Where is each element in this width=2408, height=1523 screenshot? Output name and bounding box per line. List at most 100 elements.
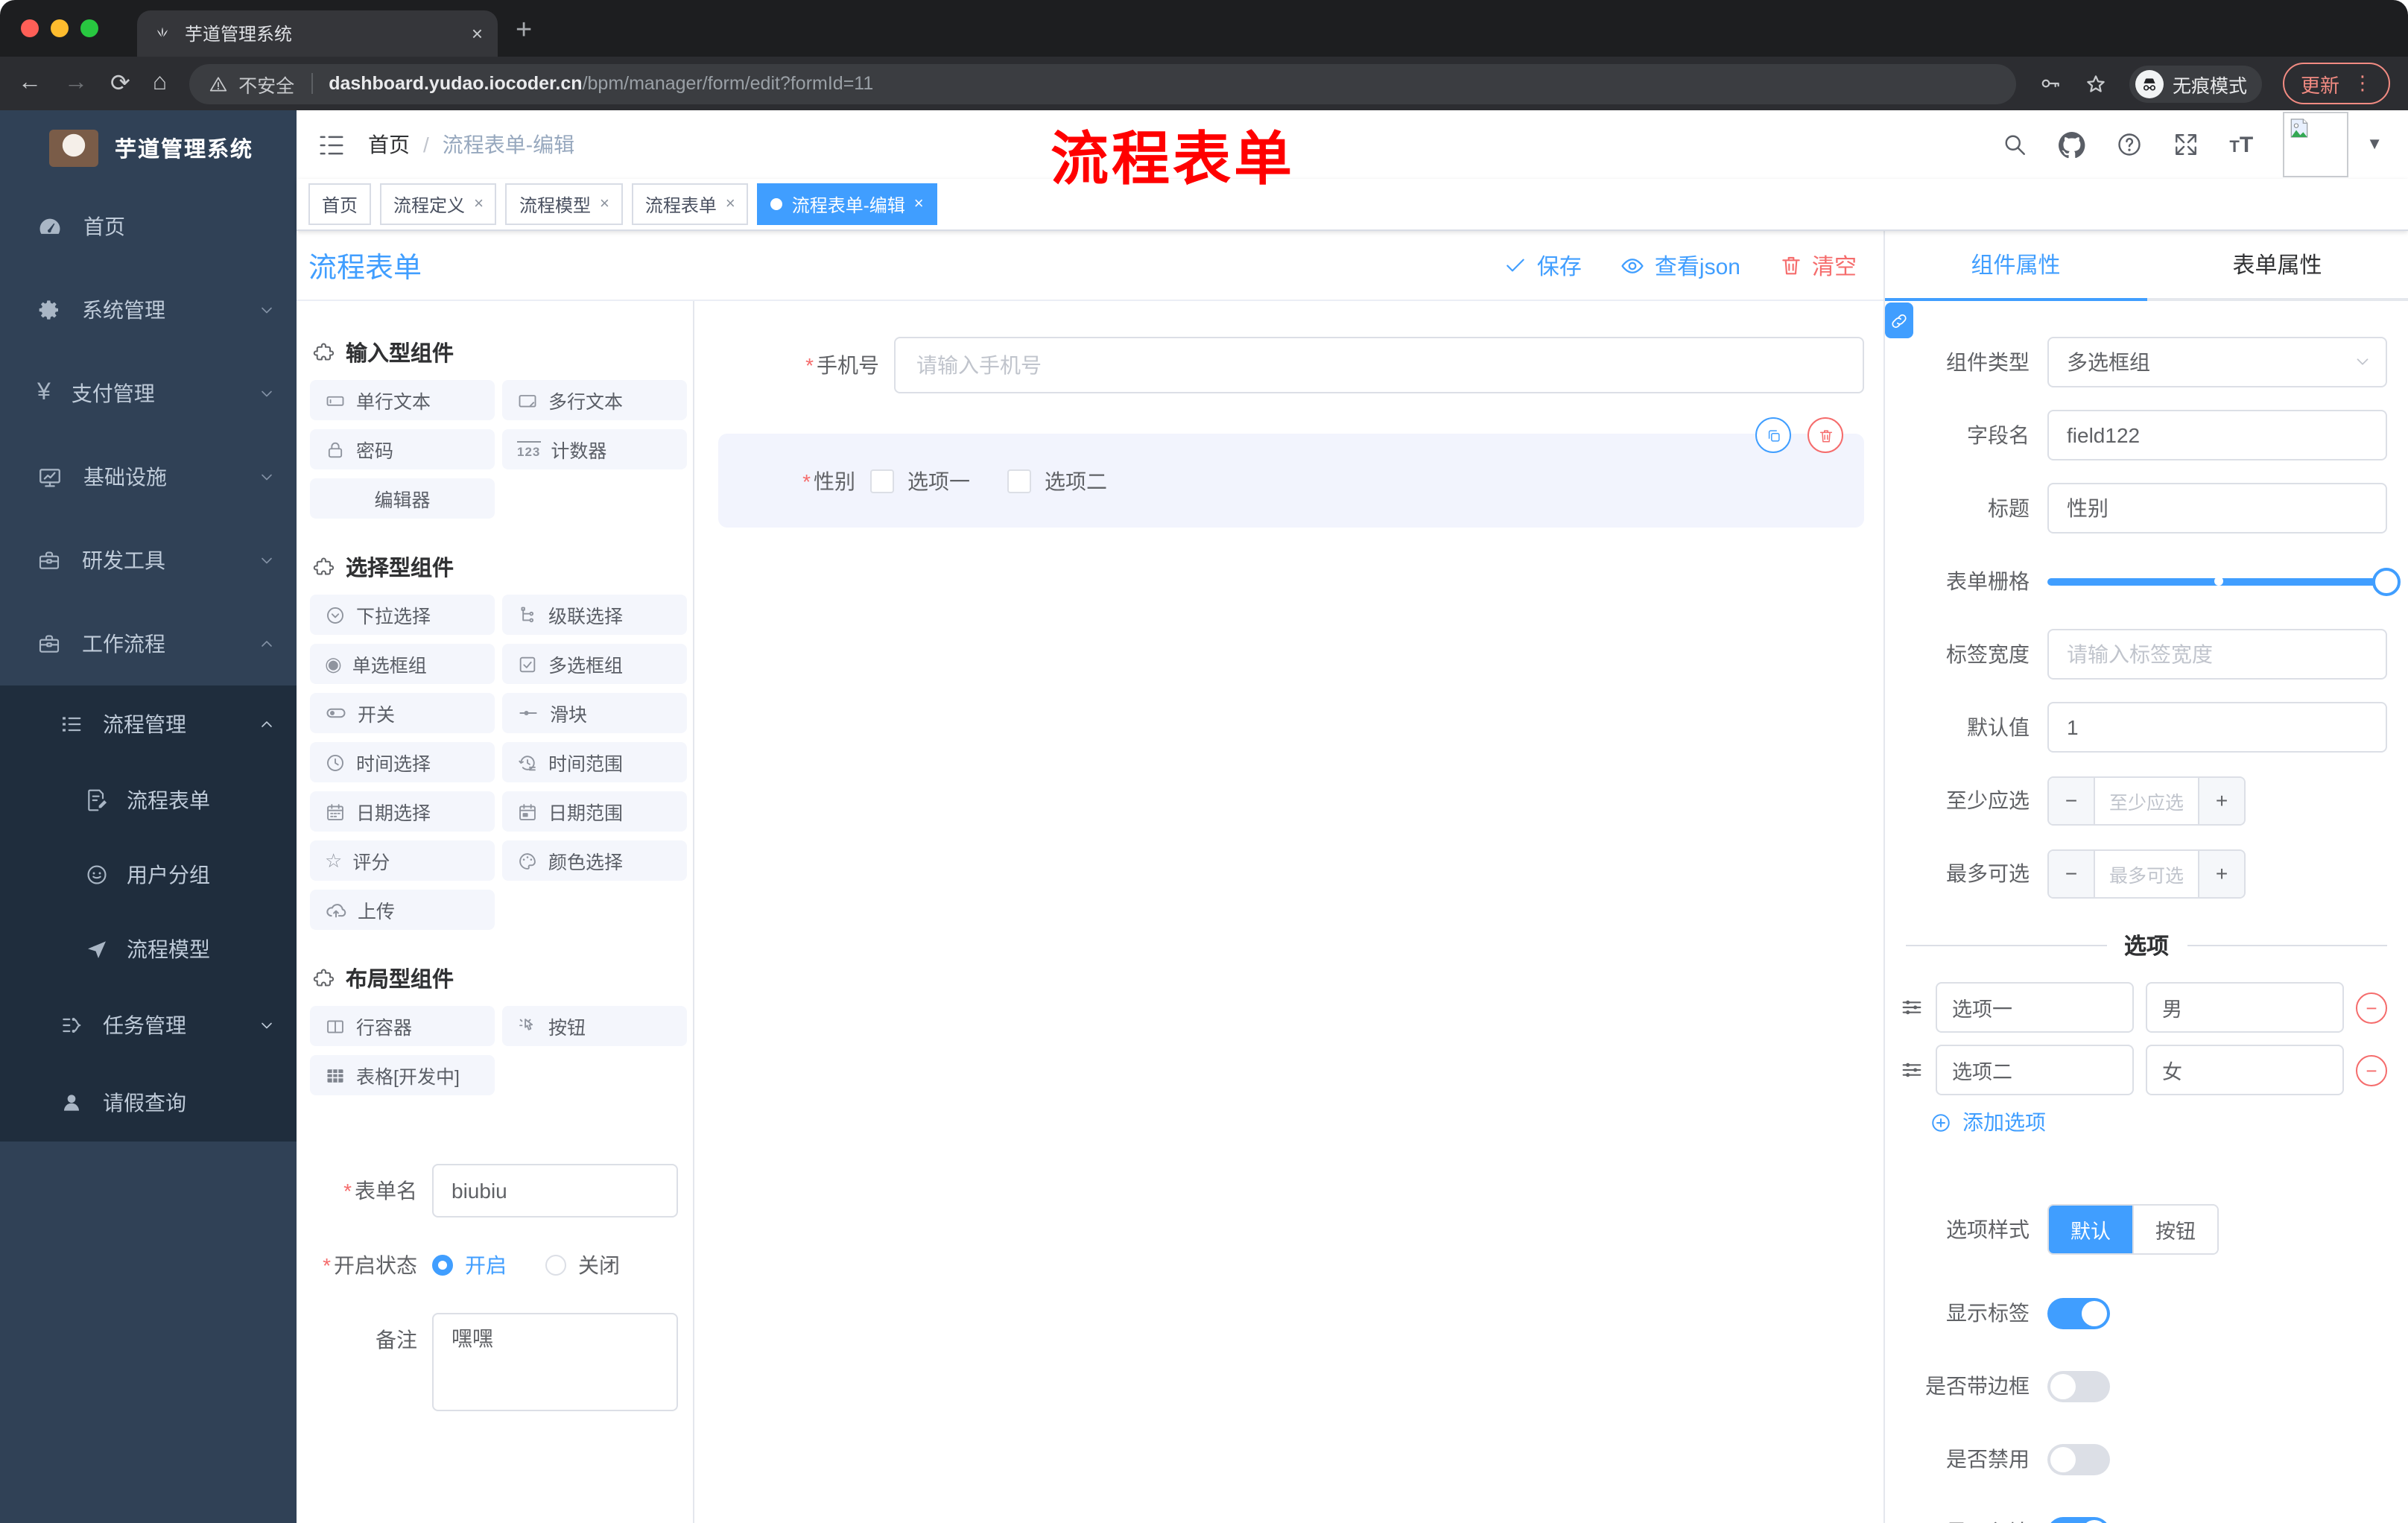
checkbox-box[interactable] <box>1007 469 1031 493</box>
form-name-input[interactable] <box>432 1164 678 1218</box>
search-icon[interactable] <box>2001 131 2028 158</box>
checkbox-option-2[interactable]: 选项二 <box>1007 466 1107 495</box>
sidebar-item-process-model[interactable]: 流程模型 <box>0 912 297 987</box>
grid-slider[interactable] <box>2047 567 2401 595</box>
palette-item-table[interactable]: 表格[开发中] <box>310 1055 495 1095</box>
avatar[interactable] <box>2283 112 2349 177</box>
sidebar-item-leave-query[interactable]: 请假查询 <box>0 1064 297 1142</box>
max-select-stepper[interactable]: − 最多可选 + <box>2047 849 2246 898</box>
status-open-radio[interactable]: 开启 <box>432 1250 507 1280</box>
clear-button[interactable]: 清空 <box>1779 250 1857 281</box>
tab-component-props[interactable]: 组件属性 <box>1885 231 2146 301</box>
tab-form-props[interactable]: 表单属性 <box>2146 231 2408 298</box>
tab-close-icon[interactable]: × <box>472 22 483 45</box>
sidebar-item-system[interactable]: 系统管理 <box>0 268 297 352</box>
tag-close-icon[interactable]: × <box>474 195 484 213</box>
palette-item-cascader[interactable]: 级联选择 <box>502 595 687 635</box>
tag-process-definition[interactable]: 流程定义 × <box>380 183 497 225</box>
component-type-select[interactable] <box>2047 337 2387 387</box>
sidebar-item-user-group[interactable]: 用户分组 <box>0 838 297 912</box>
option-label-input[interactable] <box>1936 982 2134 1033</box>
style-default-button[interactable]: 默认 <box>2049 1206 2132 1253</box>
update-button[interactable]: 更新 ⋮ <box>2282 63 2390 104</box>
sidebar-item-process-form[interactable]: 流程表单 <box>0 763 297 838</box>
required-toggle[interactable] <box>2047 1516 2110 1523</box>
forward-icon[interactable]: → <box>64 70 88 97</box>
font-size-icon[interactable]: TT <box>2229 132 2253 157</box>
link-tag[interactable] <box>1885 303 1913 338</box>
checkbox-box[interactable] <box>870 469 894 493</box>
reload-icon[interactable]: ⟳ <box>110 69 130 98</box>
palette-item-select[interactable]: 下拉选择 <box>310 595 495 635</box>
duplicate-component-button[interactable] <box>1755 417 1791 453</box>
remove-option-button[interactable]: − <box>2356 1054 2387 1086</box>
style-button-button[interactable]: 按钮 <box>2132 1206 2217 1253</box>
avatar-caret-icon[interactable]: ▼ <box>2366 136 2383 153</box>
option-label-input[interactable] <box>1936 1045 2134 1095</box>
sidebar-item-payment[interactable]: ¥ 支付管理 <box>0 352 297 435</box>
bookmark-star-icon[interactable] <box>2083 71 2108 96</box>
palette-item-time-range[interactable]: 时间范围 <box>502 742 687 782</box>
tag-close-icon[interactable]: × <box>600 195 609 213</box>
remove-option-button[interactable]: − <box>2356 992 2387 1023</box>
palette-item-button[interactable]: 按钮 <box>502 1006 687 1046</box>
zoom-window-button[interactable] <box>80 19 98 37</box>
border-toggle[interactable] <box>2047 1370 2110 1402</box>
new-tab-button[interactable]: + <box>516 15 532 48</box>
stepper-plus-button[interactable]: + <box>2198 850 2244 896</box>
breadcrumb-home[interactable]: 首页 <box>368 130 410 159</box>
sidebar-item-home[interactable]: 首页 <box>0 185 297 268</box>
palette-item-date[interactable]: 日期选择 <box>310 791 495 832</box>
component-type-value[interactable] <box>2047 337 2387 387</box>
form-remark-textarea[interactable]: 嘿嘿 <box>432 1313 678 1411</box>
default-value-input[interactable] <box>2047 702 2387 753</box>
palette-item-counter[interactable]: 123 计数器 <box>502 429 687 469</box>
min-select-stepper[interactable]: − 至少应选 + <box>2047 776 2246 825</box>
show-label-toggle[interactable] <box>2047 1297 2110 1329</box>
palette-item-single-text[interactable]: 单行文本 <box>310 380 495 420</box>
home-icon[interactable]: ⌂ <box>153 70 167 97</box>
palette-item-multi-text[interactable]: 多行文本 <box>502 380 687 420</box>
label-width-input[interactable] <box>2047 629 2387 680</box>
address-bar[interactable]: 不安全 dashboard.yudao.iocoder.cn/bpm/manag… <box>189 63 2016 104</box>
palette-item-color[interactable]: 颜色选择 <box>502 840 687 881</box>
sidebar-logo[interactable]: 芋道管理系统 <box>0 110 297 185</box>
browser-tab[interactable]: 芋道管理系统 × <box>137 10 498 57</box>
checkbox-option-1[interactable]: 选项一 <box>870 466 970 495</box>
stepper-plus-button[interactable]: + <box>2198 777 2244 823</box>
palette-item-password[interactable]: 密码 <box>310 429 495 469</box>
phone-field-row[interactable]: * 手机号 <box>718 337 1864 393</box>
tag-home[interactable]: 首页 <box>308 183 372 225</box>
view-json-button[interactable]: 查看json <box>1620 250 1740 281</box>
palette-item-date-range[interactable]: 日期范围 <box>502 791 687 832</box>
field-name-input[interactable] <box>2047 410 2387 460</box>
sidebar-item-process-mgmt[interactable]: 流程管理 <box>0 685 297 763</box>
tag-process-form[interactable]: 流程表单 × <box>631 183 749 225</box>
tag-process-form-edit[interactable]: 流程表单-编辑 × <box>757 183 937 225</box>
sidebar-item-workflow[interactable]: 工作流程 <box>0 602 297 685</box>
close-window-button[interactable] <box>21 19 39 37</box>
palette-item-upload[interactable]: 上传 <box>310 890 495 930</box>
palette-item-editor[interactable]: 编辑器 <box>310 478 495 519</box>
sidebar-item-infra[interactable]: 基础设施 <box>0 435 297 519</box>
phone-field-input[interactable] <box>894 337 1864 393</box>
tag-process-model[interactable]: 流程模型 × <box>505 183 623 225</box>
window-controls[interactable] <box>21 19 98 37</box>
option-value-input[interactable] <box>2146 1045 2344 1095</box>
sidebar-item-task-mgmt[interactable]: 任务管理 <box>0 987 297 1064</box>
disabled-toggle[interactable] <box>2047 1443 2110 1475</box>
palette-item-time[interactable]: 时间选择 <box>310 742 495 782</box>
title-input[interactable] <box>2047 483 2387 533</box>
drag-handle-icon[interactable] <box>1900 1058 1924 1082</box>
tag-close-icon[interactable]: × <box>914 195 924 213</box>
sidebar-fold-icon[interactable] <box>317 130 346 159</box>
gender-field-selected[interactable]: * 性别 选项一 选项二 <box>718 417 1864 528</box>
palette-item-checkbox-group[interactable]: 多选框组 <box>502 644 687 684</box>
password-key-icon[interactable] <box>2038 72 2062 95</box>
browser-menu-icon[interactable]: ⋮ <box>2353 72 2372 95</box>
form-canvas[interactable]: *手机号 *性别 选项一 选项二 <box>694 301 1883 1523</box>
palette-item-slider[interactable]: 滑块 <box>502 693 687 733</box>
help-icon[interactable] <box>2116 131 2143 158</box>
back-icon[interactable]: ← <box>18 70 42 97</box>
slider-track[interactable] <box>2047 567 2401 595</box>
